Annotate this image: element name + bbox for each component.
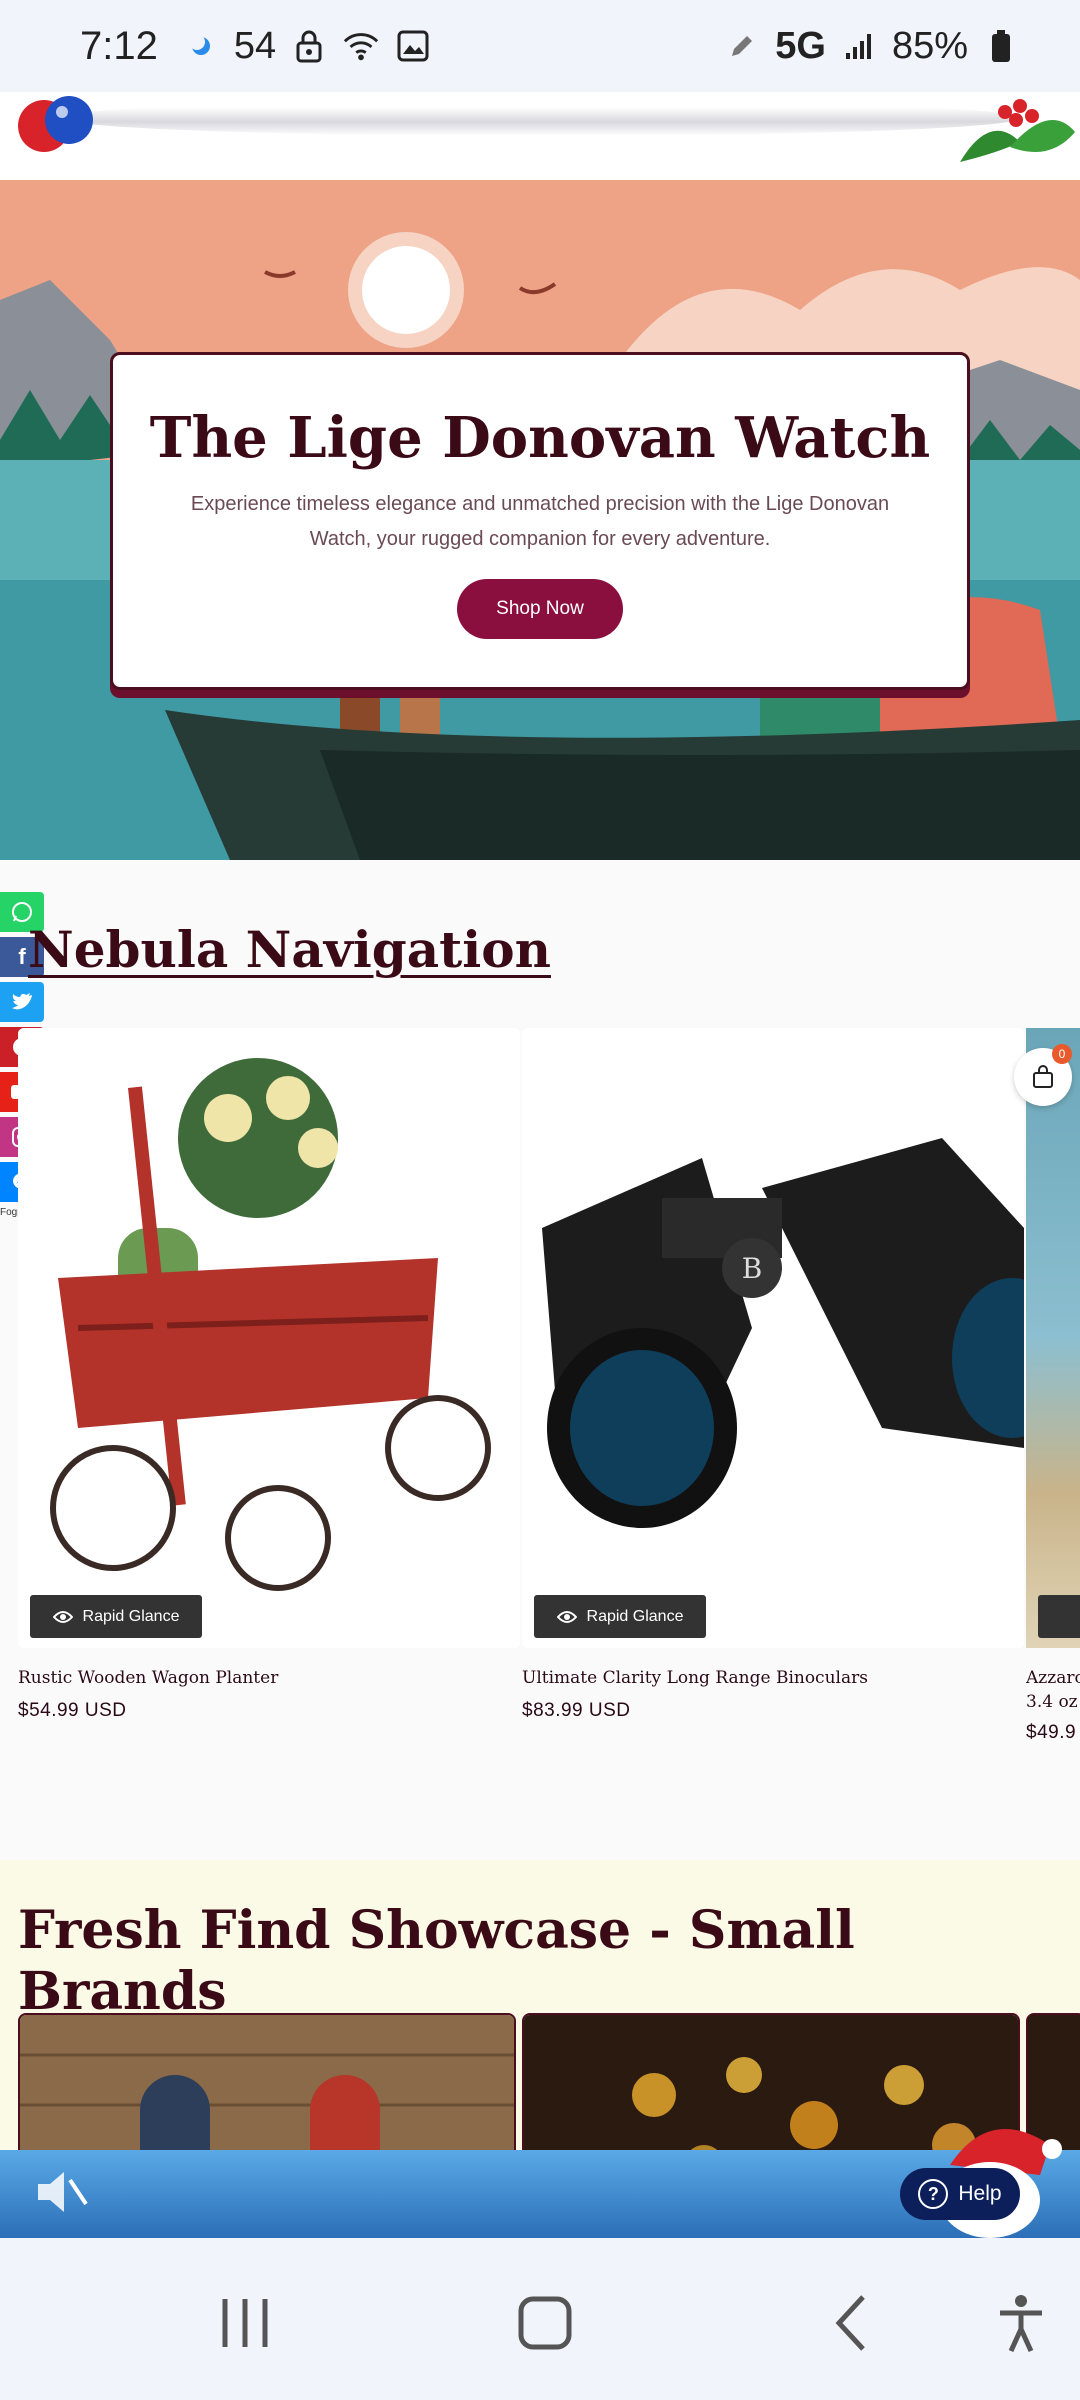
ornaments-icon <box>18 96 93 152</box>
product-name-line2: 3.4 oz <box>1026 1692 1078 1712</box>
back-icon <box>835 2295 865 2351</box>
product-name[interactable]: Ultimate Clarity Long Range Binoculars <box>522 1668 868 1688</box>
hero-banner: The Lige Donovan Watch Experience timele… <box>0 180 1080 860</box>
home-icon <box>518 2296 572 2350</box>
help-button[interactable]: ? Help <box>900 2168 1020 2220</box>
rapid-glance-label: Rapid Glance <box>586 1607 684 1625</box>
lock-icon <box>290 27 328 65</box>
eye-icon <box>556 1610 577 1623</box>
product-price: $54.99 USD <box>18 1700 127 1721</box>
network-type: 5G <box>775 24 826 67</box>
recent-apps-icon <box>222 2299 268 2347</box>
system-nav-bar <box>0 2238 1080 2400</box>
hero-card: The Lige Donovan Watch Experience timele… <box>110 352 970 690</box>
mute-button[interactable] <box>28 2160 92 2224</box>
status-time: 7:12 <box>80 23 158 68</box>
section-title-showcase: Fresh Find Showcase - Small Brands <box>18 1900 855 2022</box>
holly-icon <box>960 99 1075 162</box>
rapid-glance-button[interactable] <box>1038 1595 1080 1638</box>
section-title-nebula[interactable]: Nebula Navigation <box>28 920 551 979</box>
notification-count: 54 <box>233 24 277 67</box>
product-price: $83.99 USD <box>522 1700 631 1721</box>
cart-count-badge: 0 <box>1052 1044 1072 1064</box>
hero-title: The Lige Donovan Watch <box>149 405 931 471</box>
weather-icon <box>182 27 220 65</box>
product-image[interactable] <box>18 1028 520 1648</box>
back-button[interactable] <box>816 2288 886 2358</box>
shop-now-button[interactable]: Shop Now <box>457 579 623 639</box>
rapid-glance-button[interactable]: Rapid Glance <box>30 1595 202 1638</box>
hero-description: Experience timeless elegance and unmatch… <box>190 493 890 550</box>
snow-garland <box>60 100 1020 136</box>
battery-icon <box>982 27 1020 65</box>
product-image[interactable]: B <box>522 1028 1024 1648</box>
cart-button[interactable]: 0 <box>1014 1044 1072 1106</box>
gallery-icon <box>394 27 432 65</box>
home-button[interactable] <box>510 2288 580 2358</box>
wifi-icon <box>342 27 380 65</box>
status-bar: 7:12 54 5G 85% <box>0 0 1080 92</box>
twitter-icon[interactable] <box>0 982 44 1022</box>
recent-apps-button[interactable] <box>210 2288 280 2358</box>
product-card[interactable] <box>1026 1028 1080 1648</box>
eye-icon <box>52 1610 73 1623</box>
battery-percent: 85% <box>891 24 968 67</box>
svg-text:B: B <box>742 1252 763 1285</box>
rapid-glance-label: Rapid Glance <box>82 1607 180 1625</box>
muted-speaker-icon <box>38 2172 88 2212</box>
product-image[interactable] <box>1026 1028 1080 1648</box>
help-label: Help <box>958 2182 1002 2205</box>
product-name[interactable]: Rustic Wooden Wagon Planter <box>18 1668 278 1688</box>
question-icon: ? <box>918 2179 949 2209</box>
rapid-glance-button[interactable]: Rapid Glance <box>534 1595 706 1638</box>
pencil-icon <box>723 27 761 65</box>
accessibility-button[interactable] <box>986 2288 1056 2358</box>
signal-icon <box>840 27 878 65</box>
accessibility-icon <box>1000 2295 1042 2353</box>
product-card[interactable]: Rapid Glance <box>18 1028 520 1648</box>
product-price: $49.9 <box>1026 1722 1077 1743</box>
product-card[interactable]: B Rapid Glance <box>522 1028 1024 1648</box>
holiday-header <box>0 92 1080 180</box>
shopping-bag-icon <box>1033 1065 1053 1088</box>
product-name[interactable]: Azzaro <box>1026 1668 1080 1688</box>
